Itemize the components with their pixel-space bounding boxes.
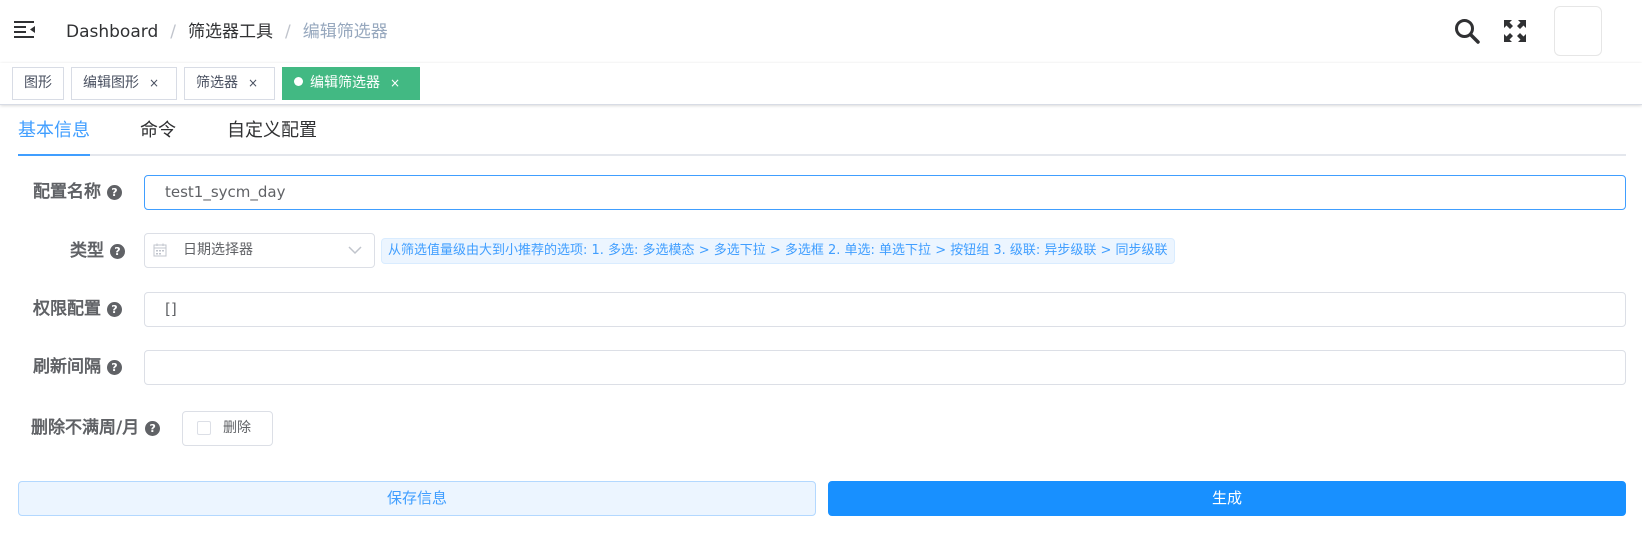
tag-label: 编辑筛选器 <box>310 75 380 91</box>
tag-label: 编辑图形 <box>83 75 139 91</box>
breadcrumb-item-filter-tool[interactable]: 筛选器工具 <box>188 20 273 44</box>
tab-custom-config[interactable]: 自定义配置 <box>227 118 317 144</box>
tag-edit-graphic[interactable]: 编辑图形 × <box>71 67 177 100</box>
delete-label: 删除不满周/月? <box>31 416 161 440</box>
breadcrumb-item-dashboard[interactable]: Dashboard <box>66 20 158 44</box>
tab-basic-info[interactable]: 基本信息 <box>18 118 90 144</box>
generate-button[interactable]: 生成 <box>828 481 1626 516</box>
search-icon[interactable] <box>1454 18 1480 44</box>
refresh-label: 刷新间隔? <box>33 355 122 379</box>
breadcrumb-separator: / <box>284 22 291 42</box>
tag-label: 筛选器 <box>196 75 238 91</box>
tag-close-icon[interactable]: × <box>390 68 400 99</box>
breadcrumb-item-current: 编辑筛选器 <box>302 22 388 42</box>
active-dot-icon <box>294 77 303 86</box>
save-button[interactable]: 保存信息 <box>18 481 816 516</box>
permission-label-text: 权限配置 <box>33 299 101 319</box>
tabs: 基本信息 命令 自定义配置 <box>18 112 1626 156</box>
type-select[interactable]: 日期选择器 <box>144 233 375 268</box>
tab-command[interactable]: 命令 <box>140 118 176 144</box>
refresh-label-text: 刷新间隔 <box>33 357 101 377</box>
help-icon[interactable]: ? <box>107 185 122 200</box>
checkbox-box[interactable] <box>197 421 211 435</box>
tag-graphic[interactable]: 图形 <box>12 67 64 100</box>
permission-label: 权限配置? <box>33 297 122 321</box>
config-name-input[interactable]: test1_sycm_day <box>144 175 1626 210</box>
chevron-down-icon <box>348 246 362 255</box>
tag-close-icon[interactable]: × <box>149 68 159 99</box>
tag-label: 图形 <box>24 75 52 91</box>
tag-filter[interactable]: 筛选器 × <box>184 67 275 100</box>
tags-view: 图形 编辑图形 × 筛选器 × 编辑筛选器 × <box>0 63 1642 105</box>
calendar-icon <box>153 243 167 257</box>
help-icon[interactable]: ? <box>110 244 125 259</box>
avatar[interactable] <box>1554 6 1602 56</box>
tag-edit-filter[interactable]: 编辑筛选器 × <box>282 67 420 100</box>
delete-label-text: 删除不满周/月 <box>31 418 140 438</box>
name-label-text: 配置名称 <box>33 182 101 202</box>
delete-checkbox[interactable]: 删除 <box>182 411 273 446</box>
help-icon[interactable]: ? <box>145 421 161 436</box>
navbar: Dashboard / 筛选器工具 / 编辑筛选器 <box>0 0 1642 63</box>
hamburger-icon[interactable] <box>14 21 36 39</box>
permission-input[interactable]: [] <box>144 292 1626 327</box>
help-icon[interactable]: ? <box>107 360 122 375</box>
type-label-text: 类型 <box>70 241 104 261</box>
type-select-value: 日期选择器 <box>183 242 253 258</box>
type-label: 类型? <box>70 239 125 263</box>
help-icon[interactable]: ? <box>107 302 122 317</box>
breadcrumb-separator: / <box>170 22 176 42</box>
tag-close-icon[interactable]: × <box>248 68 258 99</box>
breadcrumb: Dashboard / 筛选器工具 / 编辑筛选器 <box>66 20 388 44</box>
fullscreen-icon[interactable] <box>1503 19 1527 43</box>
delete-checkbox-label: 删除 <box>223 420 251 436</box>
refresh-interval-input[interactable] <box>144 350 1626 385</box>
tab-active-bar <box>18 154 90 156</box>
name-label: 配置名称? <box>33 180 122 204</box>
type-hint-tag: 从筛选值量级由大到小推荐的选项: 1. 多选: 多选模态 > 多选下拉 > 多选… <box>381 238 1175 264</box>
